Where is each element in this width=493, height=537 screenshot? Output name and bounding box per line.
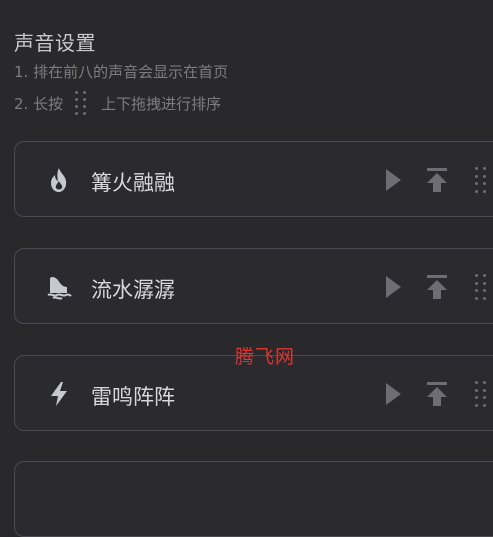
water-icon <box>47 277 72 300</box>
sound-card-campfire[interactable]: 篝火融融 <box>14 141 493 217</box>
drag-handle-icon <box>75 91 87 115</box>
play-icon[interactable] <box>381 166 405 194</box>
drag-handle-icon[interactable] <box>475 274 487 300</box>
pin-to-top-icon[interactable] <box>425 380 449 408</box>
hint-2-prefix: 2. 长按 <box>14 94 64 113</box>
lightning-icon <box>51 382 67 406</box>
hint-2-suffix: 上下拖拽进行排序 <box>101 94 222 113</box>
hint-1-text: 1. 排在前八的声音会显示在首页 <box>14 63 229 81</box>
sound-name: 流水潺潺 <box>91 278 175 302</box>
drag-handle-icon[interactable] <box>475 381 487 407</box>
flame-icon <box>51 168 67 192</box>
pin-to-top-icon[interactable] <box>425 166 449 194</box>
hint-line-1: 1. 排在前八的声音会显示在首页 <box>14 61 228 82</box>
pin-to-top-icon[interactable] <box>425 273 449 301</box>
sound-name: 篝火融融 <box>91 171 175 195</box>
drag-handle-icon[interactable] <box>475 167 487 193</box>
page-title: 声音设置 <box>14 31 96 55</box>
sound-card-partial[interactable] <box>14 461 493 537</box>
sound-card-water[interactable]: 流水潺潺 <box>14 248 493 324</box>
watermark: 腾飞网 <box>235 346 296 368</box>
play-icon[interactable] <box>381 273 405 301</box>
play-icon[interactable] <box>381 380 405 408</box>
sound-name: 雷鸣阵阵 <box>91 385 175 409</box>
hint-line-2: 2. 长按 上下拖拽进行排序 <box>14 91 221 115</box>
